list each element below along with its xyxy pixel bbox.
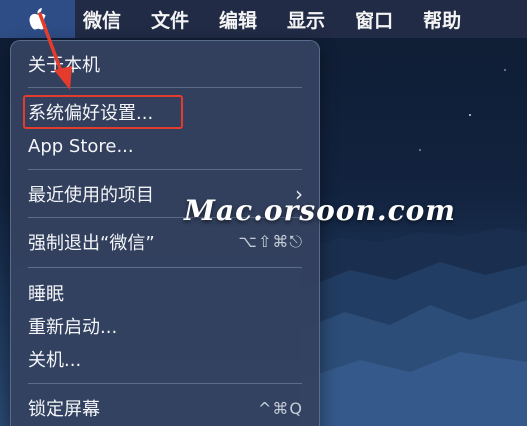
menu-item-shutdown[interactable]: 关机... <box>28 344 303 374</box>
menu-item-label: 锁定屏幕 <box>28 399 100 420</box>
menu-item-sleep[interactable]: 睡眠 <box>28 278 303 308</box>
menu-bar: 微信 文件 编辑 显示 窗口 帮助 <box>0 0 527 38</box>
menu-item-label: 强制退出“微信” <box>28 233 155 254</box>
annotation-highlight-box <box>23 95 183 129</box>
watermark: Mac.orsoon.com <box>184 194 456 227</box>
menu-item-label: 睡眠 <box>28 284 64 305</box>
menu-item-lock-screen[interactable]: 锁定屏幕 ^⌘Q <box>28 393 303 423</box>
menu-separator <box>28 87 302 88</box>
menubar-item-file[interactable]: 文件 <box>151 6 189 33</box>
apple-menu-button[interactable] <box>0 0 75 38</box>
keyboard-shortcut: ⌥⇧⌘⎋ <box>238 232 303 251</box>
menubar-item-wechat[interactable]: 微信 <box>83 6 121 33</box>
menu-item-label: App Store... <box>28 135 134 157</box>
menu-item-label: 重新启动... <box>28 317 118 338</box>
menu-separator <box>28 267 302 268</box>
menubar-item-view[interactable]: 显示 <box>287 6 325 33</box>
menu-item-label: 关于本机 <box>28 55 100 76</box>
keyboard-shortcut: ^⌘Q <box>258 398 303 418</box>
menu-separator <box>28 383 302 384</box>
menu-item-about[interactable]: 关于本机 <box>28 49 303 79</box>
menubar-item-window[interactable]: 窗口 <box>355 6 393 33</box>
menu-separator <box>28 169 302 170</box>
menu-item-label: 最近使用的项目 <box>28 185 154 206</box>
menu-item-restart[interactable]: 重新启动... <box>28 311 303 341</box>
menubar-item-help[interactable]: 帮助 <box>423 6 461 33</box>
apple-logo-icon <box>29 8 46 30</box>
menubar-item-edit[interactable]: 编辑 <box>219 6 257 33</box>
menu-item-force-quit[interactable]: 强制退出“微信” ⌥⇧⌘⎋ <box>28 227 303 257</box>
apple-dropdown-menu: 关于本机 系统偏好设置... App Store... 最近使用的项目 › 强制… <box>10 40 320 426</box>
menu-item-label: 关机... <box>28 350 82 371</box>
menu-item-app-store[interactable]: App Store... <box>28 131 303 161</box>
desktop: 微信 文件 编辑 显示 窗口 帮助 关于本机 系统偏好设置... App Sto… <box>0 0 527 426</box>
